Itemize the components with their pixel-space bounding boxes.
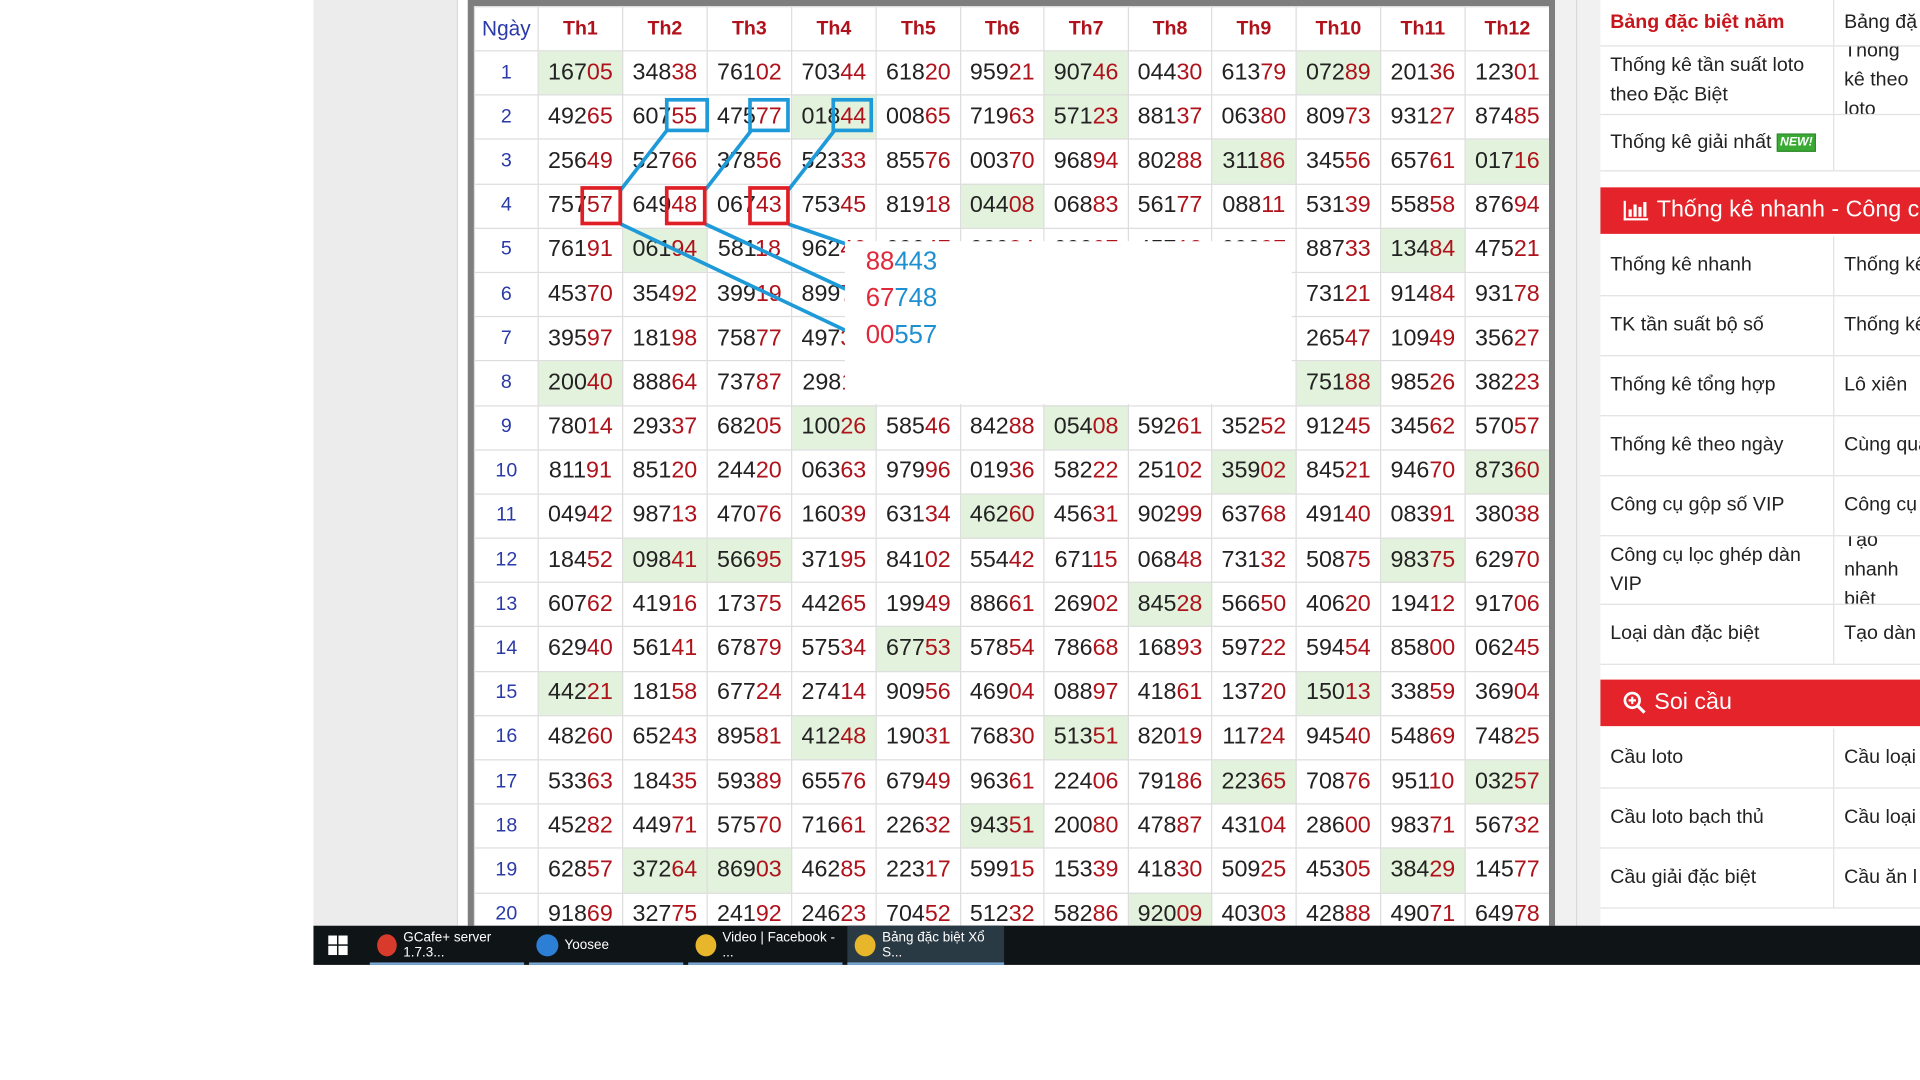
sidebar-row-first-prize[interactable]: Thống kê giải nhất NEW!	[1600, 115, 1920, 172]
connector-line	[703, 128, 754, 191]
section-header-quick-stats: Thống kê nhanh - Công cụ	[1600, 187, 1920, 234]
windows-logo-icon	[328, 935, 348, 956]
sidebar-link[interactable]: Bảng đặc biệt năm	[1600, 0, 1835, 46]
sidebar-link[interactable]: Lô xiên	[1834, 356, 1920, 415]
sidebar-link[interactable]: Thống kê theo loto	[1834, 47, 1920, 114]
sidebar-row[interactable]: Cầu loto Cầu loại	[1600, 728, 1920, 789]
sidebar-link[interactable]: Cầu loto bạch thủ	[1600, 788, 1835, 848]
blue-box-77	[748, 97, 790, 133]
sidebar-link[interactable]: Thống kê giải nhất NEW!	[1600, 115, 1835, 171]
sidebar-row[interactable]: Thống kê nhanh Thống kê	[1600, 236, 1920, 297]
sidebar-link[interactable]: Thống kê	[1834, 236, 1920, 295]
taskbar-app-button[interactable]: Bảng đặc biệt Xổ S...	[847, 925, 1005, 965]
start-button[interactable]	[313, 926, 362, 965]
app-icon	[695, 934, 717, 957]
taskbar-app-button[interactable]: GCafe+ server 1.7.3...	[369, 926, 525, 965]
scroll-divider	[1575, 0, 1578, 926]
connector-line	[787, 128, 837, 191]
popup-number-2: 67748	[865, 284, 938, 313]
taskbar-app-button[interactable]: Yoosee	[528, 926, 684, 965]
red-box-43	[748, 186, 790, 226]
blue-box-44	[831, 97, 874, 133]
sidebar-link[interactable]: Thống kê nhanh	[1600, 236, 1835, 296]
red-box-48	[664, 186, 707, 226]
sidebar-link[interactable]: Cùng quay	[1834, 416, 1920, 475]
sidebar-row-special-year[interactable]: Bảng đặc biệt năm Bảng đặ	[1600, 0, 1920, 47]
new-badge: NEW!	[1776, 133, 1817, 152]
red-box-57	[580, 186, 623, 226]
sidebar-row-loto-freq[interactable]: Thống kê tần suất loto theo Đặc Biệt Thố…	[1600, 46, 1920, 116]
sidebar-row[interactable]: Công cụ gộp số VIP Công cụ	[1600, 476, 1920, 537]
sidebar-link[interactable]: Loại dàn đặc biệt	[1600, 604, 1835, 664]
sidebar-row[interactable]: Loại dàn đặc biệt Tạo dàn	[1600, 604, 1920, 665]
sidebar-cell-empty	[1834, 115, 1920, 170]
app-icon	[377, 934, 398, 957]
sidebar-row[interactable]: TK tần suất bộ số Thống kê	[1600, 296, 1920, 357]
bar-chart-icon	[1622, 200, 1649, 222]
section-title: Soi cầu	[1654, 689, 1732, 716]
sidebar-row[interactable]: Thống kê theo ngàyCùng quay	[1600, 416, 1920, 477]
section-header-soi-cau: Soi cầu	[1600, 679, 1920, 727]
magnifier-icon	[1622, 691, 1646, 715]
sidebar-link[interactable]: Tạo dàn	[1834, 605, 1920, 664]
sidebar-link[interactable]: Bảng đặ	[1834, 0, 1920, 45]
sidebar-row[interactable]: Công cụ lọc ghép dàn VIP Tạo nhanh biệt	[1600, 536, 1920, 605]
sidebar-link[interactable]: Thống kê tần suất loto theo Đặc Biệt	[1600, 46, 1835, 114]
sidebar-link[interactable]: Cầu loto	[1600, 728, 1835, 788]
sidebar-link[interactable]: Thống kê	[1834, 296, 1920, 355]
sidebar-link[interactable]: Công cụ	[1834, 476, 1920, 535]
taskbar-app-label: GCafe+ server 1.7.3...	[403, 930, 492, 961]
sidebar-link[interactable]: Cầu giải đặc biệt	[1600, 848, 1835, 908]
sidebar-link[interactable]: Công cụ gộp số VIP	[1600, 476, 1835, 536]
sidebar-link[interactable]: Tạo nhanh biệt	[1834, 536, 1920, 603]
sidebar-link[interactable]: Cầu ăn l	[1834, 849, 1920, 908]
sidebar-link[interactable]: Công cụ lọc ghép dàn VIP	[1600, 536, 1835, 604]
sidebar-link[interactable]: Thống kê tổng hợp	[1600, 356, 1835, 416]
app-icon	[854, 934, 876, 957]
popup-number-list: 88443 67748 00557	[866, 244, 938, 354]
sidebar-link[interactable]: Cầu loại	[1834, 729, 1920, 788]
taskbar-app-label: Bảng đặc biệt Xổ S...	[882, 930, 985, 961]
sidebar-link[interactable]: Cầu loại	[1834, 789, 1920, 848]
popup-number-1: 88443	[865, 247, 938, 276]
connector-line	[619, 128, 669, 191]
sidebar-link-label: Thống kê giải nhất	[1610, 131, 1772, 153]
sidebar-row[interactable]: Cầu loto bạch thủ Cầu loại	[1600, 788, 1920, 849]
page-scroll-gutter	[1555, 0, 1602, 926]
popup-number-3: 00557	[865, 320, 938, 349]
windows-taskbar: GCafe+ server 1.7.3... Yoosee Video | Face…	[313, 925, 1920, 965]
sidebar-row[interactable]: Cầu giải đặc biệt Cầu ăn l	[1600, 848, 1920, 909]
taskbar-app-label: Video | Facebook - ...	[722, 930, 835, 961]
section-title: Thống kê nhanh - Công cụ	[1656, 197, 1920, 223]
app-icon	[536, 934, 559, 957]
taskbar-app-button[interactable]: Video | Facebook - ...	[688, 926, 843, 965]
blue-box-55	[664, 97, 709, 133]
sidebar-row[interactable]: Thống kê tổng hợp Lô xiên	[1600, 356, 1920, 417]
sidebar-link[interactable]: TK tần suất bộ số	[1600, 296, 1835, 356]
taskbar-app-label: Yoosee	[564, 937, 609, 953]
sidebar: Bảng đặc biệt năm Bảng đặ Thống kê tần s…	[1600, 0, 1920, 926]
sidebar-link[interactable]: Thống kê theo ngày	[1600, 416, 1835, 476]
